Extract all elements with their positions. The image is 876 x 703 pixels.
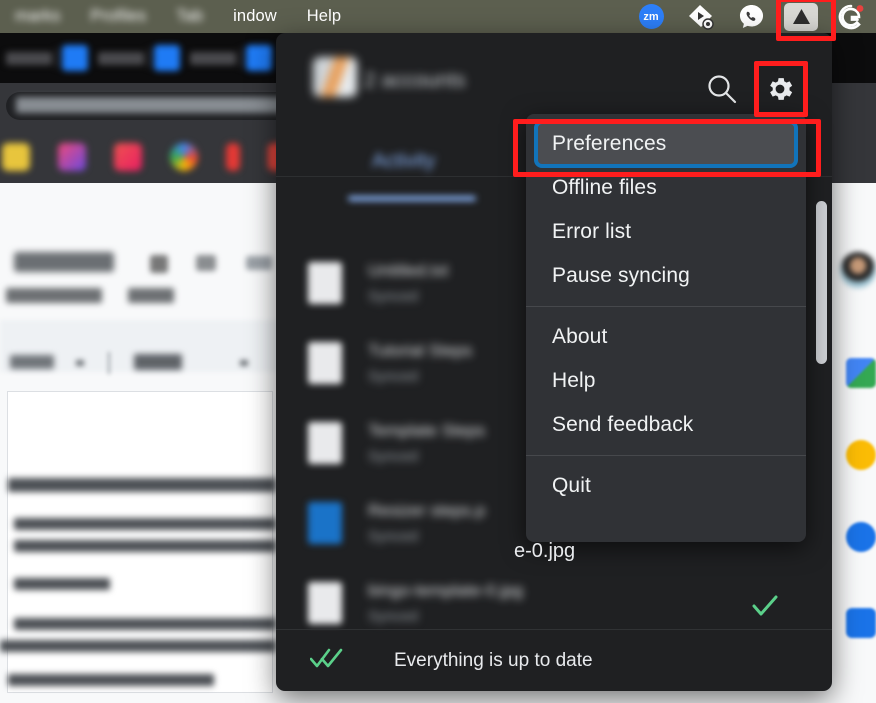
avatar[interactable] xyxy=(840,252,876,288)
menu-bar-items: marks Profiles Tab indow Help xyxy=(0,0,356,33)
gear-icon xyxy=(770,78,793,100)
file-name: Untitled.txt xyxy=(368,261,449,280)
tab-activity[interactable]: Activity xyxy=(372,150,435,173)
docs-menu-extensions[interactable] xyxy=(6,288,102,303)
account-avatar[interactable] xyxy=(313,57,357,97)
screenshot-root: marks Profiles Tab indow Help zm 2 accou… xyxy=(0,0,876,703)
file-name: Tutorial Steps xyxy=(368,341,473,360)
file-name: Resizer steps.p xyxy=(368,501,486,520)
menu-window[interactable]: indow xyxy=(218,7,292,26)
image-icon xyxy=(308,582,342,624)
menu-help[interactable]: Help xyxy=(292,7,356,26)
zoom-status-icon[interactable]: zm xyxy=(626,0,676,33)
file-name: Template Steps xyxy=(368,421,486,440)
file-status: Synced xyxy=(368,608,419,625)
bookmark-favicons xyxy=(0,140,296,174)
chevron-down-icon xyxy=(76,360,84,366)
menu-item-offline-files[interactable]: Offline files xyxy=(526,166,806,210)
paragraph-style-dropdown[interactable] xyxy=(10,355,54,369)
grammarly-icon xyxy=(838,4,864,29)
panel-scrollbar[interactable] xyxy=(816,201,827,364)
menu-divider xyxy=(526,306,806,307)
google-contacts-icon[interactable] xyxy=(846,608,876,638)
chevron-down-icon xyxy=(240,360,248,366)
sync-complete-check xyxy=(750,591,780,626)
menu-item-send-feedback[interactable]: Send feedback xyxy=(526,403,806,447)
macos-menu-bar: marks Profiles Tab indow Help zm xyxy=(0,0,876,33)
phone-icon xyxy=(739,4,763,29)
menu-bar-status-icons: zm xyxy=(626,0,876,33)
file-status: Synced xyxy=(368,288,419,305)
document-icon xyxy=(308,342,342,384)
menu-item-preferences[interactable]: Preferences xyxy=(534,120,798,168)
notification-badge xyxy=(856,4,864,12)
visible-filename-fragment: e-0.jpg xyxy=(514,540,576,562)
phone-status-icon[interactable] xyxy=(726,0,776,33)
accounts-label[interactable]: 2 accounts xyxy=(364,69,466,93)
document-icon xyxy=(308,262,342,304)
menu-tab[interactable]: Tab xyxy=(161,7,218,26)
drive-panel-header: 2 accounts xyxy=(276,33,832,115)
move-folder-icon[interactable] xyxy=(196,255,216,271)
settings-dropdown-menu: Preferences Offline files Error list Pau… xyxy=(526,114,806,542)
file-status: Synced xyxy=(368,448,419,465)
document-icon xyxy=(308,422,342,464)
slides-icon xyxy=(308,502,342,544)
drive-panel-footer: Everything is up to date xyxy=(276,629,832,691)
menu-divider xyxy=(526,455,806,456)
menu-item-about[interactable]: About xyxy=(526,315,806,359)
star-icon[interactable] xyxy=(150,255,168,273)
font-family-dropdown[interactable] xyxy=(134,354,182,370)
media-diamond-icon xyxy=(689,4,714,30)
search-icon xyxy=(708,75,737,104)
file-status: Synced xyxy=(368,528,419,545)
zoom-icon-glyph: zm xyxy=(638,4,664,29)
cloud-status-icon xyxy=(246,256,272,270)
settings-button[interactable] xyxy=(757,66,803,112)
tab-active-indicator xyxy=(348,196,476,201)
google-tasks-icon[interactable] xyxy=(846,522,876,552)
double-check-icon xyxy=(309,647,344,674)
docs-document-title xyxy=(14,252,114,272)
sync-status-text: Everything is up to date xyxy=(394,649,593,671)
file-name: bingo-template-0.jpg xyxy=(368,581,523,600)
google-calendar-icon[interactable] xyxy=(846,358,876,388)
menu-item-help[interactable]: Help xyxy=(526,359,806,403)
grammarly-status-icon[interactable] xyxy=(826,0,876,33)
menu-profiles[interactable]: Profiles xyxy=(75,7,161,26)
address-bar-text xyxy=(16,97,286,113)
search-button[interactable] xyxy=(703,70,743,110)
google-keep-icon[interactable] xyxy=(846,440,876,470)
google-drive-icon-button[interactable] xyxy=(784,2,818,31)
google-drive-icon xyxy=(792,9,810,24)
menu-item-error-list[interactable]: Error list xyxy=(526,210,806,254)
file-status: Synced xyxy=(368,368,419,385)
docs-menu-help[interactable] xyxy=(128,288,174,303)
menu-bookmarks[interactable]: marks xyxy=(0,7,75,26)
menu-item-quit[interactable]: Quit xyxy=(526,464,806,508)
menu-item-pause-syncing[interactable]: Pause syncing xyxy=(526,254,806,298)
media-diamond-status-icon[interactable] xyxy=(676,0,726,33)
google-drive-status-icon[interactable] xyxy=(776,0,826,33)
